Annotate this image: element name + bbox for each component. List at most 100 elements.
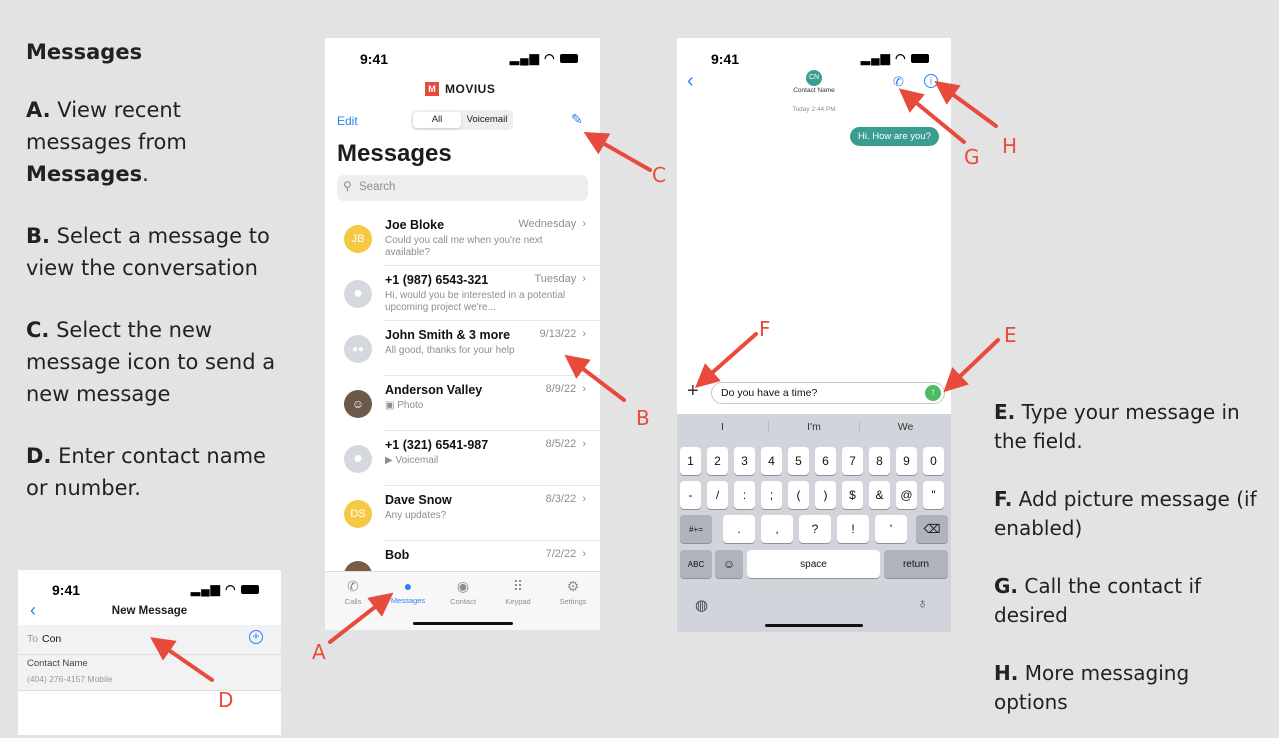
key[interactable]: . bbox=[723, 515, 755, 543]
thread-name: +1 (987) 6543-321 bbox=[385, 273, 489, 287]
message-input-value: Do you have a time? bbox=[721, 387, 818, 399]
key[interactable]: ? bbox=[799, 515, 831, 543]
avatar bbox=[344, 561, 372, 571]
phone-icon: ✆ bbox=[347, 578, 359, 594]
return-key[interactable]: return bbox=[884, 550, 948, 578]
instruction-b: B. Select a message to view the conversa… bbox=[26, 224, 270, 280]
key[interactable]: 5 bbox=[788, 447, 809, 475]
key[interactable]: 4 bbox=[761, 447, 782, 475]
globe-icon[interactable]: ◍ bbox=[695, 596, 708, 614]
home-indicator bbox=[413, 622, 513, 625]
tab-settings[interactable]: ⚙ Settings bbox=[553, 578, 593, 606]
add-contact-icon[interactable]: + bbox=[249, 630, 263, 644]
key[interactable]: @ bbox=[896, 481, 917, 509]
to-label: To bbox=[27, 633, 39, 645]
keypad-icon: ⠿ bbox=[512, 578, 524, 594]
thread-row[interactable]: ●● John Smith & 3 more 9/13/22 › All goo… bbox=[337, 321, 600, 376]
instruction-h: H. More messaging options bbox=[994, 661, 1190, 714]
key[interactable]: ; bbox=[761, 481, 782, 509]
key[interactable]: ' bbox=[875, 515, 907, 543]
contact-avatar[interactable]: CN bbox=[806, 70, 822, 86]
inbox-screen: 9:41 ▂▄▆ ◠ M MOVIUS Edit All Voicemail ✎… bbox=[325, 38, 600, 630]
thread-row[interactable]: ● +1 (987) 6543-321 Tuesday › Hi, would … bbox=[337, 266, 600, 321]
delete-key[interactable]: ⌫ bbox=[916, 515, 948, 543]
thread-row[interactable]: JB Joe Bloke Wednesday › Could you call … bbox=[337, 211, 600, 266]
suggestion[interactable]: We bbox=[860, 421, 951, 433]
play-icon: ▶ bbox=[385, 455, 396, 466]
key[interactable]: ! bbox=[837, 515, 869, 543]
avatar: ● bbox=[344, 280, 372, 308]
key[interactable]: $ bbox=[842, 481, 863, 509]
key[interactable]: / bbox=[707, 481, 728, 509]
thread-date: 7/2/22 › bbox=[545, 548, 586, 560]
tab-calls[interactable]: ✆ Calls bbox=[337, 578, 369, 606]
avatar: JB bbox=[344, 225, 372, 253]
key[interactable]: : bbox=[734, 481, 755, 509]
thread-row[interactable]: ☺ Anderson Valley 8/9/22 › ▣ Photo bbox=[337, 376, 600, 431]
info-icon[interactable]: i bbox=[924, 74, 938, 88]
callout-d: D bbox=[218, 688, 234, 712]
key[interactable]: 3 bbox=[734, 447, 755, 475]
search-field[interactable]: ⚲ Search bbox=[337, 175, 588, 201]
thread-date: Wednesday › bbox=[518, 218, 586, 230]
arrow-h bbox=[934, 80, 998, 128]
key[interactable]: 1 bbox=[680, 447, 701, 475]
key[interactable]: 6 bbox=[815, 447, 836, 475]
suggestion[interactable]: I'm bbox=[768, 421, 860, 433]
conversation-screen: 9:41 ▂▄▆ ◠ ‹ CN Contact Name ✆ i Today 2… bbox=[677, 38, 951, 632]
avatar: ●● bbox=[344, 335, 372, 363]
tab-bar: ✆ Calls ● Messages ◉ Contact ⠿ Keypad ⚙ … bbox=[325, 571, 600, 630]
abc-key[interactable]: ABC bbox=[680, 550, 712, 578]
thread-preview: All good, thanks for your help bbox=[385, 345, 515, 356]
keyboard: I I'm We 1 2 3 4 5 6 7 8 9 0 - / : ; ( )… bbox=[677, 414, 951, 632]
key[interactable]: 0 bbox=[923, 447, 944, 475]
search-icon: ⚲ bbox=[343, 179, 352, 193]
status-time: 9:41 bbox=[52, 582, 81, 598]
key[interactable]: 2 bbox=[707, 447, 728, 475]
key[interactable]: 7 bbox=[842, 447, 863, 475]
contact-name[interactable]: Contact Name bbox=[677, 87, 951, 94]
key[interactable]: ( bbox=[788, 481, 809, 509]
emoji-key[interactable]: ☺ bbox=[715, 550, 743, 578]
status-time: 9:41 bbox=[360, 51, 389, 67]
callout-e: E bbox=[1004, 323, 1017, 347]
edit-button[interactable]: Edit bbox=[337, 114, 358, 128]
key[interactable]: ) bbox=[815, 481, 836, 509]
tab-keypad[interactable]: ⠿ Keypad bbox=[500, 578, 536, 606]
key[interactable]: " bbox=[923, 481, 944, 509]
contact-suggestion[interactable]: Contact Name (404) 276-4157 Mobile bbox=[18, 655, 281, 691]
backspace-icon: ⌫ bbox=[923, 522, 941, 536]
tab-contact[interactable]: ◉ Contact bbox=[445, 578, 481, 606]
key[interactable]: - bbox=[680, 481, 701, 509]
instructions-title: Messages bbox=[26, 40, 143, 64]
to-input[interactable]: Con bbox=[42, 633, 61, 645]
key[interactable]: 8 bbox=[869, 447, 890, 475]
segment-all[interactable]: All bbox=[413, 112, 461, 128]
callout-a: A bbox=[312, 640, 326, 664]
thread-name: Anderson Valley bbox=[385, 383, 483, 397]
group-icon: ●● bbox=[351, 343, 365, 355]
segment-voicemail[interactable]: Voicemail bbox=[463, 112, 511, 128]
to-field[interactable]: To Con + bbox=[18, 625, 281, 655]
key[interactable]: 9 bbox=[896, 447, 917, 475]
callout-c: C bbox=[652, 163, 666, 187]
instructions-right: E. Type your message in the field. F. Ad… bbox=[994, 398, 1269, 717]
compose-icon[interactable]: ✎ bbox=[571, 111, 583, 128]
attach-icon[interactable]: + bbox=[687, 380, 699, 403]
thread-row[interactable]: Bob 7/2/22 › bbox=[337, 541, 600, 571]
send-icon[interactable]: ↑ bbox=[925, 385, 941, 401]
new-message-screen: 9:41 ▂▄▆ ◠ ‹ New Message To Con + Contac… bbox=[18, 570, 281, 735]
space-key[interactable]: space bbox=[747, 550, 880, 578]
thread-row[interactable]: ● +1 (321) 6541-987 8/5/22 › ▶ Voicemail bbox=[337, 431, 600, 486]
microphone-icon[interactable]: ♁ bbox=[917, 595, 928, 612]
symbols-toggle-key[interactable]: #+= bbox=[680, 515, 712, 543]
key[interactable]: & bbox=[869, 481, 890, 509]
key[interactable]: , bbox=[761, 515, 793, 543]
movius-logo-icon: M bbox=[425, 82, 439, 96]
suggestion[interactable]: I bbox=[677, 421, 768, 433]
tab-messages[interactable]: ● Messages bbox=[389, 578, 427, 605]
call-icon[interactable]: ✆ bbox=[893, 74, 904, 90]
message-input[interactable]: Do you have a time? ↑ bbox=[711, 382, 945, 404]
new-message-title: New Message bbox=[111, 605, 188, 617]
thread-row[interactable]: DS Dave Snow 8/3/22 › Any updates? bbox=[337, 486, 600, 541]
